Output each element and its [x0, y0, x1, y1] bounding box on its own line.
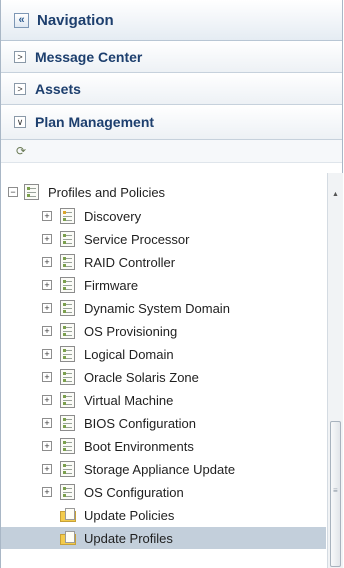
checklist-icon [60, 438, 75, 454]
tree-node-virtual-machine[interactable]: + Virtual Machine [1, 389, 326, 411]
tree-scrollbar[interactable]: ▲ ≡ [327, 173, 343, 568]
tree-node-update-profiles[interactable]: Update Profiles [1, 527, 326, 549]
accordion-message-center[interactable]: > Message Center [1, 41, 342, 73]
tree-node-label: BIOS Configuration [84, 415, 197, 431]
accordion-label: Plan Management [35, 114, 155, 130]
accordion-label: Message Center [35, 48, 143, 65]
tree-node-label: Service Processor [84, 231, 190, 247]
expand-node-icon[interactable]: + [42, 303, 52, 313]
collapse-navigation-button[interactable]: « [14, 12, 29, 28]
tree-node-os-configuration[interactable]: + OS Configuration [1, 481, 326, 503]
navigation-header: « Navigation [1, 0, 342, 41]
checklist-icon [60, 415, 75, 431]
tree-node-label: Oracle Solaris Zone [84, 369, 199, 385]
tree-node-label: OS Configuration [84, 484, 184, 500]
scroll-up-arrow-icon[interactable]: ▲ [328, 191, 343, 198]
accordion-label: Assets [35, 80, 81, 97]
expand-node-icon[interactable]: + [42, 464, 52, 474]
tree-node-label: Dynamic System Domain [84, 300, 230, 316]
checklist-icon [60, 254, 75, 270]
expand-node-icon[interactable]: + [42, 349, 52, 359]
checklist-icon [60, 484, 75, 500]
folder-document-icon [60, 530, 77, 546]
tree-node-os-provisioning[interactable]: + OS Provisioning [1, 320, 326, 342]
checklist-icon [60, 231, 75, 247]
accordion-plan-management[interactable]: ∨ Plan Management [1, 105, 342, 140]
tree-node-oracle-solaris-zone[interactable]: + Oracle Solaris Zone [1, 366, 326, 388]
tree-node-dynamic-system-domain[interactable]: + Dynamic System Domain [1, 297, 326, 319]
discovery-icon [60, 208, 75, 224]
expand-node-icon[interactable]: + [42, 395, 52, 405]
checklist-icon [24, 184, 39, 200]
profiles-tree: − Profiles and Policies + Discovery + Se… [1, 173, 326, 568]
tree-node-profiles-and-policies[interactable]: − Profiles and Policies [1, 181, 326, 203]
tree-toolbar: ⟳ [1, 140, 342, 163]
tree-node-bios-configuration[interactable]: + BIOS Configuration [1, 412, 326, 434]
checklist-icon [60, 369, 75, 385]
checklist-icon [60, 277, 75, 293]
refresh-icon[interactable]: ⟳ [16, 144, 26, 158]
expand-node-icon[interactable]: + [42, 487, 52, 497]
scrollbar-thumb[interactable]: ≡ [330, 421, 341, 567]
checklist-icon [60, 323, 75, 339]
expand-node-icon[interactable]: + [42, 211, 52, 221]
tree-node-firmware[interactable]: + Firmware [1, 274, 326, 296]
checklist-icon [60, 392, 75, 408]
checklist-icon [60, 346, 75, 362]
tree-node-label: Update Profiles [84, 530, 173, 546]
tree-node-label: Update Policies [84, 507, 175, 523]
expand-node-icon[interactable]: + [42, 234, 52, 244]
expand-node-icon[interactable]: + [42, 257, 52, 267]
tree-node-service-processor[interactable]: + Service Processor [1, 228, 326, 250]
tree-node-label: Boot Environments [84, 438, 194, 454]
navigation-title: Navigation [37, 11, 114, 29]
expand-icon: > [14, 82, 26, 95]
tree-node-storage-appliance-update[interactable]: + Storage Appliance Update [1, 458, 326, 480]
tree-node-label: Profiles and Policies [48, 184, 166, 200]
tree-node-label: RAID Controller [84, 254, 176, 270]
tree-node-label: Storage Appliance Update [84, 461, 236, 477]
collapse-icon: ∨ [14, 116, 26, 128]
collapse-node-icon[interactable]: − [8, 187, 18, 197]
tree-node-logical-domain[interactable]: + Logical Domain [1, 343, 326, 365]
tree-node-label: Virtual Machine [84, 392, 174, 408]
tree-node-label: Firmware [84, 277, 139, 293]
navigation-panel: « Navigation > Message Center > Assets ∨… [0, 0, 343, 568]
checklist-icon [60, 300, 75, 316]
expand-node-icon[interactable]: + [42, 418, 52, 428]
tree-node-raid-controller[interactable]: + RAID Controller [1, 251, 326, 273]
accordion-assets[interactable]: > Assets [1, 73, 342, 105]
expand-node-icon[interactable]: + [42, 372, 52, 382]
tree-node-discovery[interactable]: + Discovery [1, 205, 326, 227]
tree-node-label: Discovery [84, 208, 142, 224]
tree-node-boot-environments[interactable]: + Boot Environments [1, 435, 326, 457]
expand-node-icon[interactable]: + [42, 326, 52, 336]
expand-node-icon[interactable]: + [42, 280, 52, 290]
checklist-icon [60, 461, 75, 477]
expand-node-icon[interactable]: + [42, 441, 52, 451]
tree-node-label: OS Provisioning [84, 323, 178, 339]
folder-document-icon [60, 507, 77, 523]
grip-icon: ≡ [333, 486, 338, 495]
tree-node-update-policies[interactable]: Update Policies [1, 504, 326, 526]
expand-icon: > [14, 50, 26, 63]
tree-node-label: Logical Domain [84, 346, 174, 362]
